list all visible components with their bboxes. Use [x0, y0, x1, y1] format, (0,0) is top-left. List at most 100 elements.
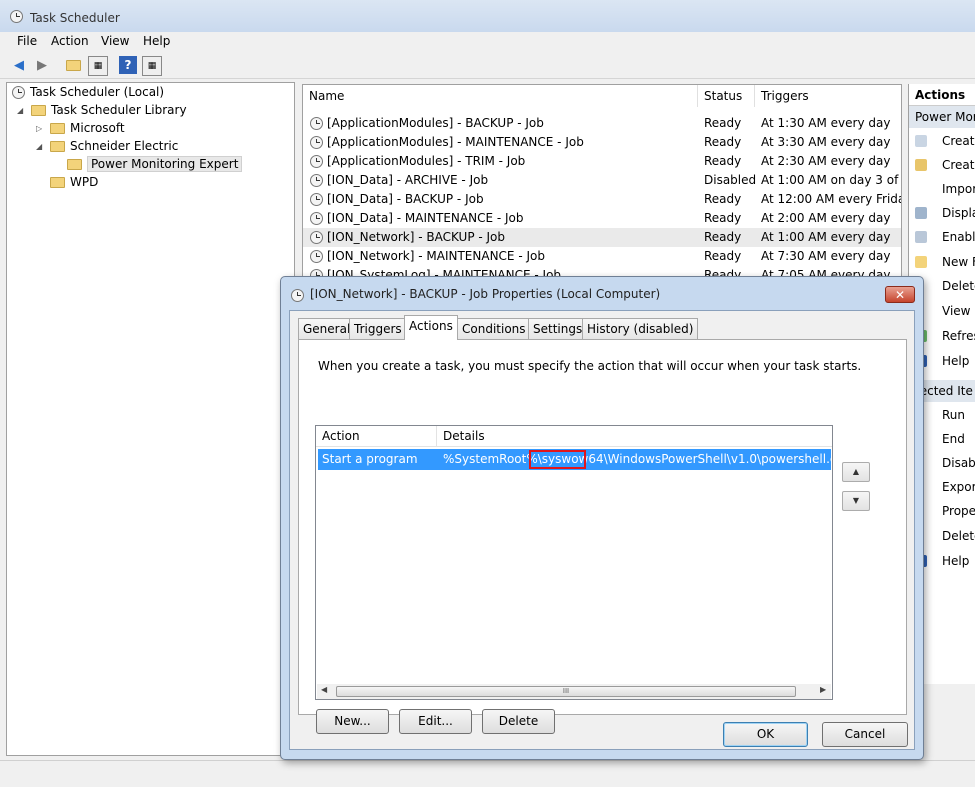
- table-row[interactable]: [ApplicationModules] - MAINTENANCE - Job…: [303, 133, 901, 152]
- action-row-selected[interactable]: Start a program %SystemRoot%\syswow64\Wi…: [318, 449, 831, 470]
- action-label: Delete: [942, 529, 975, 543]
- task-trigger: At 12:00 AM every Friday o: [761, 192, 901, 206]
- action-label: New F: [942, 255, 975, 269]
- title-bar: Task Scheduler: [0, 0, 975, 32]
- task-status: Disabled: [704, 173, 757, 187]
- tree-item-wpd[interactable]: WPD: [50, 175, 98, 189]
- tab-actions[interactable]: Actions: [404, 315, 458, 340]
- move-up-button[interactable]: ▲: [842, 462, 870, 482]
- action-label: Run: [942, 408, 966, 422]
- column-header-triggers[interactable]: Triggers: [755, 85, 901, 107]
- table-row[interactable]: [ApplicationModules] - BACKUP - Job Read…: [303, 114, 901, 133]
- new-folder-icon: [915, 256, 927, 268]
- task-clock-icon: [310, 231, 323, 244]
- menu-help[interactable]: Help: [143, 34, 170, 48]
- task-name: [ION_Network] - BACKUP - Job: [327, 230, 506, 244]
- tab-conditions[interactable]: Conditions: [457, 318, 531, 339]
- back-arrow-icon[interactable]: ◀: [10, 56, 28, 74]
- collapse-arrow-icon[interactable]: ◢: [36, 142, 45, 151]
- actions-tab-panel: When you create a task, you must specify…: [298, 339, 907, 734]
- tab-history[interactable]: History (disabled): [582, 318, 699, 339]
- scroll-right-arrow-icon[interactable]: ▶: [820, 685, 826, 694]
- close-button[interactable]: ✕: [885, 286, 915, 303]
- scrollbar-thumb[interactable]: III: [336, 686, 796, 697]
- task-clock-icon: [291, 289, 304, 302]
- action-type: Start a program: [322, 452, 418, 466]
- action-import-task[interactable]: Impor: [909, 178, 975, 200]
- ok-button[interactable]: OK: [723, 722, 808, 747]
- new-action-button[interactable]: New...: [316, 709, 389, 734]
- tree-item-label: Power Monitoring Expert: [87, 156, 243, 172]
- task-name: [ION_Data] - ARCHIVE - Job: [327, 173, 489, 187]
- enable-history-icon: [915, 231, 927, 243]
- menu-view[interactable]: View: [101, 34, 129, 48]
- action-label: Delete: [942, 279, 975, 293]
- up-folder-icon[interactable]: [64, 56, 82, 74]
- tab-settings[interactable]: Settings: [528, 318, 588, 339]
- column-header-status[interactable]: Status: [698, 85, 755, 107]
- navigation-tree: Task Scheduler (Local) ◢ Task Scheduler …: [6, 82, 295, 756]
- edit-action-button[interactable]: Edit...: [399, 709, 472, 734]
- task-trigger: At 7:30 AM every day: [761, 249, 891, 263]
- action-enable-history[interactable]: Enable: [909, 226, 975, 248]
- table-row[interactable]: [ION_Data] - MAINTENANCE - Job Ready At …: [303, 209, 901, 228]
- cancel-button[interactable]: Cancel: [822, 722, 908, 747]
- task-status: Ready: [704, 154, 742, 168]
- tree-item-schneider[interactable]: ◢ Schneider Electric: [36, 139, 178, 153]
- table-row[interactable]: [ION_Data] - ARCHIVE - Job Disabled At 1…: [303, 171, 901, 190]
- folder-icon: [50, 122, 65, 134]
- action-new-folder[interactable]: New F: [909, 251, 975, 273]
- task-clock-icon: [310, 155, 323, 168]
- task-status: Ready: [704, 249, 742, 263]
- action-create-task[interactable]: Create: [909, 154, 975, 176]
- column-header-details[interactable]: Details: [437, 426, 832, 447]
- action-display-running[interactable]: Display: [909, 202, 975, 224]
- tree-item-pme[interactable]: Power Monitoring Expert: [67, 156, 243, 172]
- scroll-left-arrow-icon[interactable]: ◀: [321, 685, 327, 694]
- actions-section-folder[interactable]: Power Mon: [909, 106, 975, 128]
- task-trigger: At 1:30 AM every day: [761, 116, 891, 130]
- task-scheduler-icon: [12, 85, 25, 99]
- toolbar: ◀ ▶ ▦ ? ▦: [0, 52, 975, 79]
- tab-triggers[interactable]: Triggers: [349, 318, 407, 339]
- task-trigger: At 2:30 AM every day: [761, 154, 891, 168]
- horizontal-scrollbar[interactable]: ◀ III ▶: [317, 684, 831, 699]
- table-row[interactable]: [ApplicationModules] - TRIM - Job Ready …: [303, 152, 901, 171]
- menu-action[interactable]: Action: [51, 34, 89, 48]
- column-header-action[interactable]: Action: [316, 426, 437, 447]
- delete-action-button[interactable]: Delete: [482, 709, 555, 734]
- task-name: [ApplicationModules] - TRIM - Job: [327, 154, 526, 168]
- table-row[interactable]: [ION_Network] - MAINTENANCE - Job Ready …: [303, 247, 901, 266]
- task-clock-icon: [310, 250, 323, 263]
- window-title: Task Scheduler: [30, 11, 120, 25]
- expand-arrow-icon[interactable]: ▷: [36, 124, 45, 133]
- action-label: Create: [942, 158, 975, 172]
- column-header-name[interactable]: Name: [303, 85, 698, 107]
- action-create-basic-task[interactable]: Create: [909, 130, 975, 152]
- action-label: Impor: [942, 182, 975, 196]
- arrow-up-icon: ▲: [852, 467, 860, 476]
- tab-general[interactable]: General: [298, 318, 356, 339]
- show-hide-action-pane-icon[interactable]: ▦: [142, 56, 162, 76]
- action-label: Help: [942, 554, 970, 568]
- collapse-arrow-icon[interactable]: ◢: [17, 106, 26, 115]
- task-trigger: At 2:00 AM every day: [761, 211, 891, 225]
- task-clock-icon: [310, 212, 323, 225]
- action-label: Proper: [942, 504, 975, 518]
- move-down-button[interactable]: ▼: [842, 491, 870, 511]
- task-name: [ION_Data] - MAINTENANCE - Job: [327, 211, 524, 225]
- actions-grid: Action Details Start a program %SystemRo…: [315, 425, 833, 700]
- show-hide-tree-icon[interactable]: ▦: [88, 56, 108, 76]
- task-status: Ready: [704, 230, 742, 244]
- help-icon[interactable]: ?: [119, 56, 137, 74]
- task-clock-icon: [310, 117, 323, 130]
- forward-arrow-icon[interactable]: ▶: [33, 56, 51, 74]
- create-basic-task-icon: [915, 135, 927, 147]
- table-row[interactable]: [ION_Data] - BACKUP - Job Ready At 12:00…: [303, 190, 901, 209]
- table-row-selected[interactable]: [ION_Network] - BACKUP - Job Ready At 1:…: [303, 228, 901, 247]
- tree-root[interactable]: Task Scheduler (Local): [12, 85, 164, 99]
- create-task-icon: [915, 159, 927, 171]
- menu-file[interactable]: File: [17, 34, 37, 48]
- tree-item-library[interactable]: ◢ Task Scheduler Library: [17, 103, 187, 117]
- tree-item-microsoft[interactable]: ▷ Microsoft: [36, 121, 125, 135]
